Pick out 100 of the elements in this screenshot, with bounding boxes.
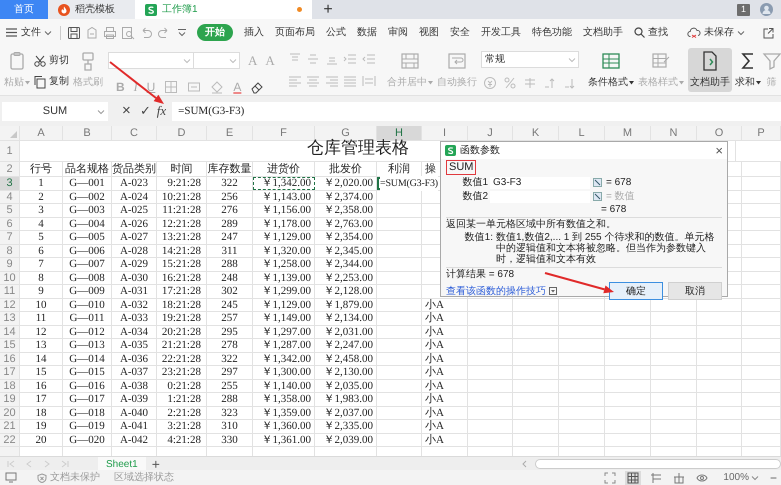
row-header[interactable]: 7 xyxy=(0,231,20,244)
menu-tab[interactable]: 开发工具 xyxy=(481,24,521,41)
row-header[interactable]: 2 xyxy=(0,162,20,176)
column-header[interactable]: I xyxy=(422,126,468,140)
menu-tab[interactable]: 文档助手 xyxy=(583,24,623,41)
formula-text[interactable]: =SUM(G3-F3) xyxy=(380,176,438,191)
ribbon-button[interactable]: 剪切 xyxy=(33,53,71,68)
zoom-level[interactable]: 100% xyxy=(723,470,759,485)
column-header[interactable]: F xyxy=(253,126,315,140)
column-header[interactable]: H xyxy=(377,126,422,140)
column-header[interactable]: O xyxy=(697,126,742,140)
row-header[interactable]: 8 xyxy=(0,245,20,257)
formula-field[interactable]: =SUM(G3-F3) xyxy=(172,102,781,120)
menu-tab[interactable]: 开始 xyxy=(197,24,233,41)
tab[interactable]: 稻壳模板 xyxy=(48,0,135,19)
name-box[interactable]: SUM xyxy=(2,102,108,120)
expand-icon[interactable] xyxy=(549,287,557,295)
row-header[interactable]: 10 xyxy=(0,272,20,284)
menu-tab[interactable]: 安全 xyxy=(450,24,470,41)
argument-field[interactable]: G3-F3 xyxy=(490,176,590,188)
save-status-button[interactable]: 未保存 xyxy=(687,25,745,40)
ribbon-button[interactable]: 文档助手 xyxy=(688,48,732,92)
menu-tab[interactable]: 视图 xyxy=(419,24,439,41)
close-button[interactable]: × xyxy=(715,144,723,157)
column-header[interactable]: P xyxy=(742,126,781,140)
row-header[interactable]: 4 xyxy=(0,191,20,203)
thousands-separator-icon[interactable] xyxy=(523,76,537,90)
column-header[interactable]: M xyxy=(605,126,651,140)
fullscreen-button[interactable] xyxy=(602,470,618,484)
row-header[interactable]: 11 xyxy=(0,285,20,298)
ribbon-button[interactable]: 复制 xyxy=(33,74,71,89)
add-sheet-button[interactable]: + xyxy=(152,456,160,470)
decrease-decimal-icon[interactable] xyxy=(563,76,577,90)
menu-tab[interactable]: 审阅 xyxy=(388,24,408,41)
menu-tab[interactable]: 公式 xyxy=(326,24,346,41)
column-header[interactable]: E xyxy=(207,126,253,140)
menu-tab[interactable]: 特色功能 xyxy=(532,24,572,41)
row-header[interactable]: 1 xyxy=(0,141,20,161)
monitor-icon[interactable] xyxy=(5,472,17,483)
menu-tab[interactable]: 数据 xyxy=(357,24,377,41)
tab[interactable]: 首页 xyxy=(0,0,48,19)
column-header[interactable]: D xyxy=(157,126,207,140)
row-header[interactable]: 20 xyxy=(0,407,20,419)
avatar-icon[interactable] xyxy=(760,3,773,16)
increase-decimal-icon[interactable] xyxy=(543,76,557,90)
row-header[interactable]: 9 xyxy=(0,258,20,271)
first-sheet-icon[interactable] xyxy=(6,458,16,468)
collapse-dialog-icon[interactable] xyxy=(593,178,602,187)
border-icon[interactable] xyxy=(164,80,178,94)
row-header[interactable]: 6 xyxy=(0,218,20,230)
share-icon[interactable] xyxy=(762,26,774,38)
currency-icon[interactable] xyxy=(483,76,497,90)
previous-sheet-icon[interactable] xyxy=(24,458,34,468)
row-header[interactable]: 3 xyxy=(0,177,20,190)
new-tab-button[interactable]: + xyxy=(312,0,344,19)
eraser-icon[interactable] xyxy=(250,80,264,94)
tab[interactable]: 工作簿1 xyxy=(135,0,312,19)
file-menu[interactable]: 文件 xyxy=(21,25,52,40)
confirm-button[interactable]: ✓ xyxy=(140,101,151,121)
column-header[interactable]: L xyxy=(559,126,605,140)
last-sheet-icon[interactable] xyxy=(60,458,70,468)
row-header[interactable]: 16 xyxy=(0,353,20,365)
save-icon[interactable] xyxy=(67,26,81,40)
row-header[interactable]: 14 xyxy=(0,326,20,338)
row-header[interactable]: 15 xyxy=(0,339,20,352)
row-header[interactable]: 19 xyxy=(0,393,20,406)
next-sheet-icon[interactable] xyxy=(42,458,52,468)
search-button[interactable]: 查找 xyxy=(634,25,668,40)
column-header[interactable]: N xyxy=(651,126,697,140)
row-header[interactable]: 12 xyxy=(0,299,20,311)
protection-status[interactable]: 文档未保护 xyxy=(37,470,100,485)
font-size-field[interactable] xyxy=(194,52,240,70)
menu-tab[interactable]: 页面布局 xyxy=(275,24,315,41)
dialog-button[interactable]: 取消 xyxy=(668,282,722,300)
cancel-button[interactable]: × xyxy=(122,100,131,122)
help-link[interactable]: 查看该函数的操作技巧 xyxy=(446,284,546,298)
menu-tab[interactable]: 插入 xyxy=(244,24,264,41)
print-icon[interactable] xyxy=(103,26,117,40)
sheet-tab[interactable]: Sheet1 xyxy=(98,456,146,470)
scroll-left-icon[interactable] xyxy=(521,460,529,468)
row-header[interactable]: 18 xyxy=(0,380,20,392)
column-header[interactable]: C xyxy=(112,126,157,140)
select-all-icon[interactable] xyxy=(10,131,17,138)
paint-bucket-icon[interactable] xyxy=(210,80,224,94)
grid-view-button[interactable] xyxy=(625,470,642,484)
dialog-button[interactable]: 确定 xyxy=(609,282,663,300)
row-header[interactable]: 13 xyxy=(0,312,20,325)
row-header[interactable]: 22 xyxy=(0,434,20,446)
column-header[interactable]: K xyxy=(513,126,559,140)
fill-icon[interactable] xyxy=(187,80,202,94)
collapse-dialog-icon[interactable] xyxy=(593,192,602,201)
column-header[interactable]: A xyxy=(20,126,63,140)
row-header[interactable]: 5 xyxy=(0,204,20,217)
print-preview-icon[interactable] xyxy=(121,26,135,40)
column-header[interactable]: J xyxy=(468,126,513,140)
row-header[interactable]: 21 xyxy=(0,420,20,433)
ribbon-button[interactable]: 求和 xyxy=(735,48,761,92)
row-header[interactable]: 17 xyxy=(0,366,20,379)
column-header[interactable]: B xyxy=(63,126,112,140)
zoom-out-button[interactable]: − xyxy=(770,468,777,485)
